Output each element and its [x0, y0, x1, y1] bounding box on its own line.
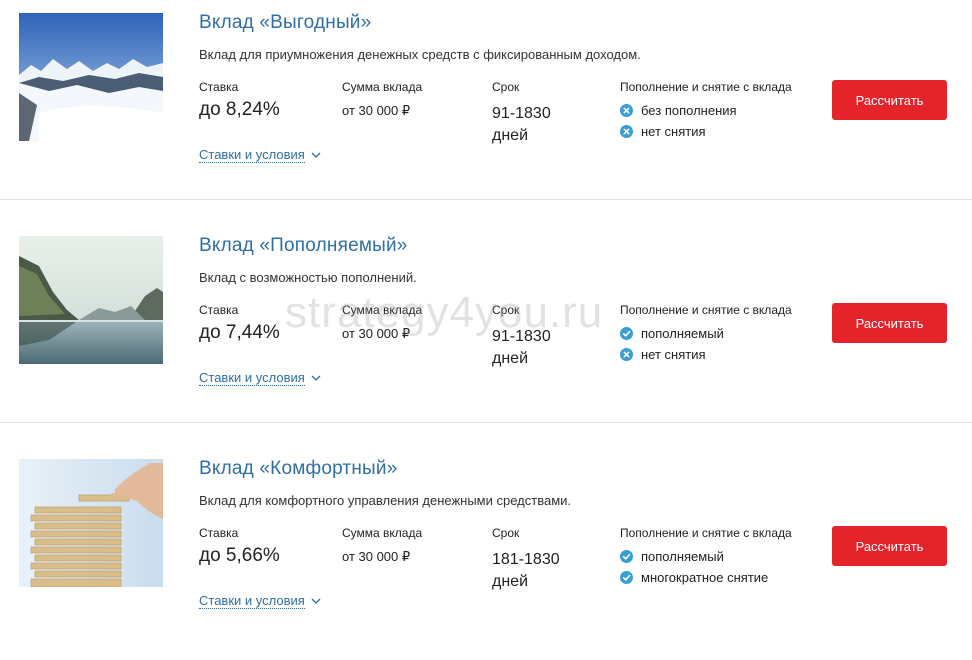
feature-item: без пополнения	[620, 103, 737, 118]
term-range: 181-1830	[492, 551, 560, 568]
mountain-lake-image	[19, 236, 163, 364]
cross-icon	[620, 348, 633, 361]
cross-icon	[620, 104, 633, 117]
check-icon	[620, 327, 633, 340]
feature-text: нет снятия	[641, 124, 706, 139]
check-icon	[620, 550, 633, 563]
deposit-title[interactable]: Вклад «Комфортный»	[199, 458, 397, 480]
term-range: 91-1830	[492, 105, 551, 122]
snowy-mountains-image	[19, 13, 163, 141]
deposit-description: Вклад для комфортного управления денежны…	[199, 493, 572, 508]
calculate-button[interactable]: Рассчитать	[832, 80, 947, 120]
rates-conditions-label: Ставки и условия	[199, 147, 305, 163]
watermark-text: strategy4you.ru	[285, 288, 604, 337]
deposit-title[interactable]: Вклад «Выгодный»	[199, 12, 371, 34]
deposit-description: Вклад с возможностью пополнений.	[199, 270, 417, 285]
features-label: Пополнение и снятие с вклада	[620, 80, 792, 94]
chevron-down-icon	[311, 152, 321, 158]
feature-text: без пополнения	[641, 103, 737, 118]
features-label: Пополнение и снятие с вклада	[620, 303, 792, 317]
check-icon	[620, 571, 633, 584]
term-unit: дней	[492, 127, 529, 144]
chevron-down-icon	[311, 375, 321, 381]
amount-label: Сумма вклада	[342, 526, 423, 540]
term-label: Срок	[492, 80, 520, 94]
calculate-button[interactable]: Рассчитать	[832, 526, 947, 566]
feature-item: нет снятия	[620, 124, 706, 139]
term-unit: дней	[492, 573, 529, 590]
rate-label: Ставка	[199, 80, 239, 94]
wooden-blocks-tower-image	[19, 459, 163, 587]
term-value: 91-1830 дней	[492, 103, 582, 147]
feature-text: нет снятия	[641, 347, 706, 362]
calculate-button[interactable]: Рассчитать	[832, 303, 947, 343]
deposit-card: Вклад «Комфортный» Вклад для комфортного…	[0, 446, 972, 660]
cross-icon	[620, 125, 633, 138]
feature-text: многократное снятие	[641, 570, 769, 585]
card-divider	[0, 199, 972, 200]
feature-text: пополняемый	[641, 549, 724, 564]
rate-label: Ставка	[199, 303, 239, 317]
rates-conditions-link[interactable]: Ставки и условия	[199, 147, 321, 163]
feature-text: пополняемый	[641, 326, 724, 341]
amount-value: от 30 000 ₽	[342, 103, 411, 118]
chevron-down-icon	[311, 598, 321, 604]
deposit-card: Вклад «Выгодный» Вклад для приумножения …	[0, 0, 972, 214]
term-unit: дней	[492, 350, 529, 367]
rate-label: Ставка	[199, 526, 239, 540]
rates-conditions-link[interactable]: Ставки и условия	[199, 593, 321, 609]
rates-conditions-label: Ставки и условия	[199, 593, 305, 609]
deposit-title[interactable]: Вклад «Пополняемый»	[199, 235, 408, 257]
rate-value: до 7,44%	[199, 322, 280, 343]
feature-item: многократное снятие	[620, 570, 768, 585]
rate-value: до 5,66%	[199, 545, 280, 566]
feature-item: нет снятия	[620, 347, 706, 362]
feature-item: пополняемый	[620, 549, 724, 564]
rates-conditions-link[interactable]: Ставки и условия	[199, 370, 321, 386]
amount-label: Сумма вклада	[342, 80, 423, 94]
term-value: 181-1830 дней	[492, 549, 582, 593]
features-label: Пополнение и снятие с вклада	[620, 526, 792, 540]
feature-item: пополняемый	[620, 326, 724, 341]
rates-conditions-label: Ставки и условия	[199, 370, 305, 386]
rate-value: до 8,24%	[199, 99, 280, 120]
amount-value: от 30 000 ₽	[342, 549, 411, 564]
term-label: Срок	[492, 526, 520, 540]
deposit-description: Вклад для приумножения денежных средств …	[199, 47, 641, 62]
card-divider	[0, 422, 972, 423]
